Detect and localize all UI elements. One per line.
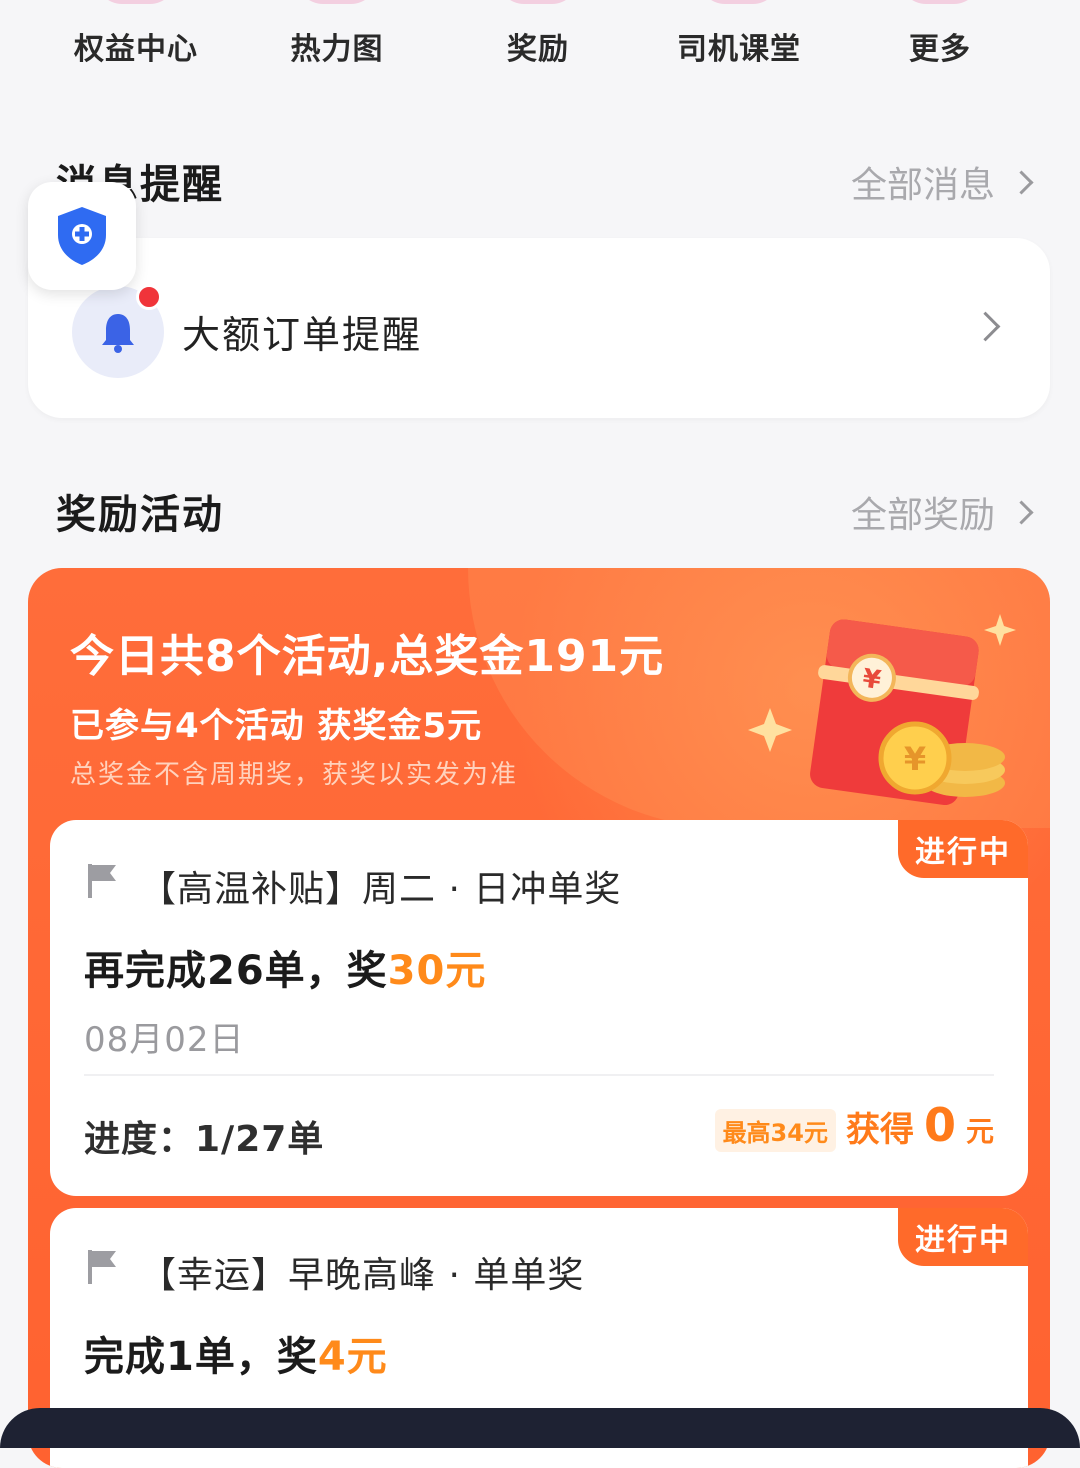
activity-card[interactable]: 进行中 【高温补贴】周二 · 日冲单奖 再完成26单，奖30元 08月02日 进… xyxy=(50,820,1028,1196)
shortcut-icon xyxy=(900,0,980,4)
activity-reward-amount: 4元 xyxy=(317,1334,388,1380)
shortcut-label: 热力图 xyxy=(290,32,384,67)
earned-value: 0 xyxy=(923,1098,956,1152)
shortcut-icon xyxy=(297,0,377,4)
svg-text:¥: ¥ xyxy=(904,740,926,778)
flag-icon xyxy=(88,864,116,898)
rewards-subline: 已参与4个活动 获奖金5元 xyxy=(70,706,483,746)
status-badge: 进行中 xyxy=(898,820,1028,878)
all-rewards-link[interactable]: 全部奖励 xyxy=(850,486,1034,538)
activity-goal: 完成1单，奖4元 xyxy=(84,1324,388,1382)
rewards-headline: 今日共8个活动,总奖金191元 xyxy=(70,631,665,682)
activity-earned: 最高34元 获得 0 元 xyxy=(714,1098,994,1152)
bell-icon xyxy=(102,314,134,353)
coin-icon: ¥ xyxy=(878,721,1005,797)
flag-icon xyxy=(88,1250,116,1284)
shortcut-label: 更多 xyxy=(909,32,971,67)
safety-shield-button[interactable] xyxy=(28,182,136,290)
max-reward-tag: 最高34元 xyxy=(714,1109,836,1152)
large-order-reminder-card[interactable]: 大额订单提醒 xyxy=(28,238,1050,418)
all-messages-link[interactable]: 全部消息 xyxy=(850,156,1034,208)
divider xyxy=(84,1074,994,1076)
status-badge: 进行中 xyxy=(898,1208,1028,1266)
unread-dot xyxy=(136,284,162,310)
chevron-right-icon xyxy=(1009,169,1034,195)
all-messages-label: 全部消息 xyxy=(850,165,995,206)
red-packet-icon: ¥ ¥ xyxy=(748,614,1016,806)
shortcut-label: 奖励 xyxy=(507,32,569,67)
rewards-section-title: 奖励活动 xyxy=(56,492,224,538)
chevron-right-icon xyxy=(1009,499,1034,525)
message-item-text: 大额订单提醒 xyxy=(182,313,423,357)
activity-goal-text: 再完成26单，奖 xyxy=(84,948,388,994)
bottom-bar[interactable] xyxy=(0,1408,1080,1448)
rewards-note: 总奖金不含周期奖，获奖以实发为准 xyxy=(70,760,519,790)
shortcut-icon xyxy=(96,0,176,4)
all-rewards-label: 全部奖励 xyxy=(850,495,995,536)
shortcut-icon xyxy=(699,0,779,4)
activity-goal-text: 完成1单，奖 xyxy=(84,1334,318,1380)
shortcut-icon xyxy=(498,0,578,4)
shortcut-row: 权益中心 热力图 奖励 司机课堂 更多 xyxy=(0,0,1080,90)
activity-title: 【幸运】早晚高峰 · 单单奖 xyxy=(140,1255,585,1296)
activity-reward-amount: 30元 xyxy=(387,948,487,994)
shield-plus-icon xyxy=(58,207,106,265)
chevron-right-icon xyxy=(970,311,1001,342)
earned-label: 获得 xyxy=(845,1110,914,1150)
activity-progress: 进度：1/27单 xyxy=(84,1119,325,1160)
activity-title: 【高温补贴】周二 · 日冲单奖 xyxy=(140,869,622,910)
shortcut-label: 司机课堂 xyxy=(677,32,801,67)
earned-unit: 元 xyxy=(965,1115,994,1148)
activity-date: 08月02日 xyxy=(84,1020,245,1060)
rewards-summary-panel: 今日共8个活动,总奖金191元 已参与4个活动 获奖金5元 总奖金不含周期奖，获… xyxy=(28,568,1050,1468)
shortcut-label: 权益中心 xyxy=(74,32,198,67)
activity-goal: 再完成26单，奖30元 xyxy=(84,938,486,996)
